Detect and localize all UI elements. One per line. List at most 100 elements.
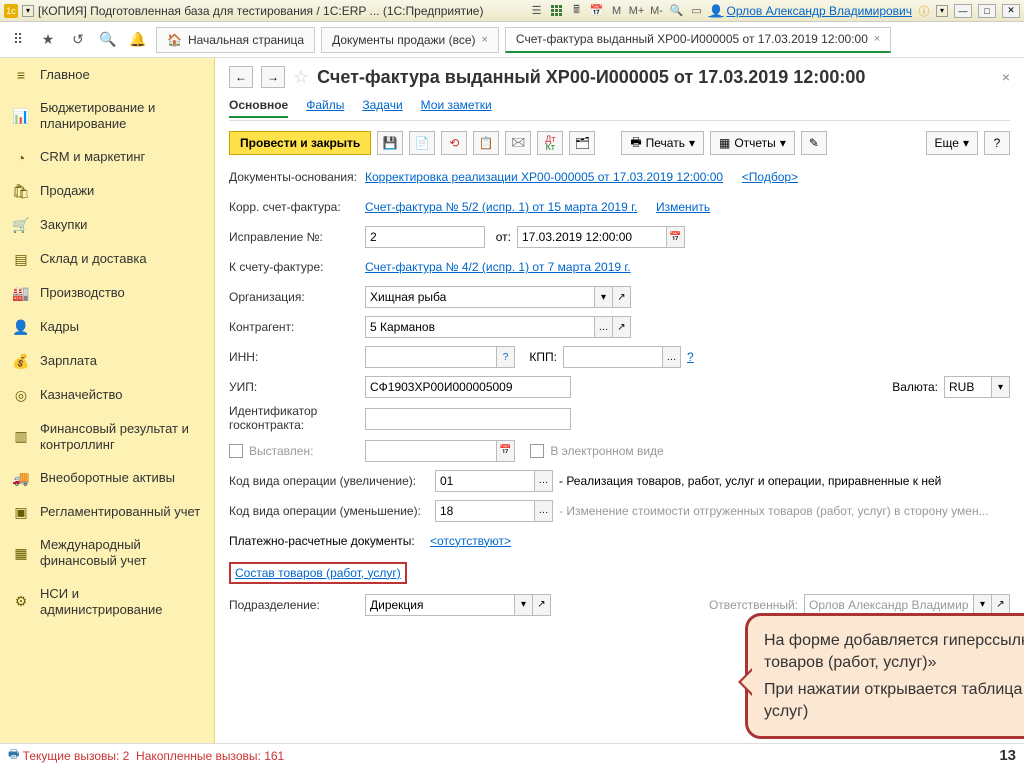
history-icon[interactable]: ↺ [66, 28, 90, 52]
sidebar-item-treasury[interactable]: ◎Казначейство [0, 379, 214, 413]
sidebar-item-finresult[interactable]: ▥Финансовый результат и контроллинг [0, 413, 214, 462]
tab-home[interactable]: 🏠Начальная страница [156, 27, 315, 53]
calendar-button[interactable]: 📅 [497, 440, 515, 462]
reports-button[interactable]: ▦ Отчеты ▾ [710, 131, 795, 155]
create-based-button[interactable]: 📋 [473, 131, 499, 155]
kpp-input[interactable] [563, 346, 663, 368]
select-button[interactable]: ▾ [515, 594, 533, 616]
code-increase-input[interactable] [435, 470, 535, 492]
apps-menu-icon[interactable]: ⠿ [6, 28, 30, 52]
open-button[interactable]: ↗ [613, 316, 631, 338]
nav-back-icon[interactable]: ☰ [529, 3, 545, 19]
m-plus-icon[interactable]: М+ [629, 3, 645, 19]
titlebar-dropdown[interactable]: ▾ [22, 5, 34, 17]
goods-composition-link[interactable]: Состав товаров (работ, услуг) [235, 566, 401, 580]
link-button[interactable]: 🖂 [505, 131, 531, 155]
close-icon[interactable]: × [481, 34, 487, 46]
nav-back-button[interactable]: ← [229, 66, 253, 88]
print-button[interactable]: 🖶 Печать ▾ [621, 131, 704, 155]
link-to-invoice[interactable]: Счет-фактура № 4/2 (испр. 1) от 7 марта … [365, 260, 631, 274]
window-min-button[interactable]: — [954, 4, 972, 18]
sidebar-item-main[interactable]: ≡Главное [0, 58, 214, 92]
sidebar-item-manufacture[interactable]: 🏭Производство [0, 277, 214, 311]
sidebar-item-purchase[interactable]: 🛒Закупки [0, 209, 214, 243]
help-button[interactable]: ? [984, 131, 1010, 155]
calc-icon[interactable]: 🖩 [569, 3, 585, 19]
nav-fwd-button[interactable]: → [261, 66, 285, 88]
sidebar-item-ifrs[interactable]: ▦Международный финансовый учет [0, 529, 214, 578]
money-icon: 💰 [12, 353, 30, 371]
close-icon[interactable]: × [874, 33, 880, 45]
sidebar-item-budget[interactable]: 📊Бюджетирование и планирование [0, 92, 214, 141]
select-button[interactable]: ▾ [595, 286, 613, 308]
grid-green-icon[interactable] [549, 3, 565, 19]
currency-input[interactable] [944, 376, 992, 398]
counterparty-input[interactable] [365, 316, 595, 338]
close-document-button[interactable]: × [1002, 69, 1010, 85]
calendar-button[interactable]: 📅 [667, 226, 685, 248]
calendar-icon[interactable]: 📅 [589, 3, 605, 19]
tab-sales-docs[interactable]: Документы продажи (все)× [321, 27, 499, 53]
link-base-doc[interactable]: Корректировка реализации ХР00-000005 от … [365, 170, 723, 184]
select-button[interactable]: … [535, 500, 553, 522]
inn-input[interactable] [365, 346, 497, 368]
zoom-icon[interactable]: 🔍 [669, 3, 685, 19]
attach-button[interactable]: ✎ [801, 131, 827, 155]
reverse-button[interactable]: ⟲ [441, 131, 467, 155]
subtab-main[interactable]: Основное [229, 94, 288, 118]
link-corr-invoice[interactable]: Счет-фактура № 5/2 (испр. 1) от 15 марта… [365, 200, 637, 214]
issued-date-input[interactable] [365, 440, 497, 462]
sidebar-item-assets[interactable]: 🚚Внеоборотные активы [0, 461, 214, 495]
window-close-button[interactable]: ✕ [1002, 4, 1020, 18]
sidebar-item-hr[interactable]: 👤Кадры [0, 311, 214, 345]
post-and-close-button[interactable]: Провести и закрыть [229, 131, 371, 155]
code-decrease-input[interactable] [435, 500, 535, 522]
fix-date-input[interactable] [517, 226, 667, 248]
m-icon[interactable]: М [609, 3, 625, 19]
save-button[interactable]: 💾 [377, 131, 403, 155]
post-button[interactable]: 📄 [409, 131, 435, 155]
structure-button[interactable]: 🗂 [569, 131, 595, 155]
issued-checkbox[interactable] [229, 444, 243, 458]
sidebar-item-crm[interactable]: ◔CRM и маркетинг [0, 141, 214, 175]
tab-invoice[interactable]: Счет-фактура выданный ХР00-И000005 от 17… [505, 27, 891, 53]
currency-select-button[interactable]: ▾ [992, 376, 1010, 398]
star-icon[interactable]: ★ [36, 28, 60, 52]
sidebar-item-salary[interactable]: 💰Зарплата [0, 345, 214, 379]
goscontract-input[interactable] [365, 408, 571, 430]
fix-number-input[interactable] [365, 226, 485, 248]
m-minus-icon[interactable]: М- [649, 3, 665, 19]
bank-icon: ◎ [12, 387, 30, 405]
dtkt-button[interactable]: ДтКт [537, 131, 563, 155]
subtab-files[interactable]: Файлы [306, 94, 344, 118]
open-button[interactable]: ↗ [613, 286, 631, 308]
current-user[interactable]: 👤Орлов Александр Владимирович [709, 4, 912, 18]
kpp-help-link[interactable]: ? [687, 350, 694, 364]
favorite-star-icon[interactable]: ☆ [293, 67, 309, 88]
sidebar-item-regaccount[interactable]: ▣Регламентированный учет [0, 495, 214, 529]
select-button[interactable]: … [535, 470, 553, 492]
search-icon[interactable]: 🔍 [96, 28, 120, 52]
link-change[interactable]: Изменить [656, 200, 710, 214]
organization-input[interactable] [365, 286, 595, 308]
window-max-button[interactable]: □ [978, 4, 996, 18]
subtab-tasks[interactable]: Задачи [362, 94, 402, 118]
uip-input[interactable] [365, 376, 571, 398]
more-button[interactable]: Еще ▾ [926, 131, 978, 155]
info-icon[interactable]: ⓘ [916, 3, 932, 19]
link-pick[interactable]: <Подбор> [742, 170, 798, 184]
sidebar-item-admin[interactable]: ⚙НСИ и администрирование [0, 578, 214, 627]
subtab-notes[interactable]: Мои заметки [421, 94, 492, 118]
sidebar-item-warehouse[interactable]: ▤Склад и доставка [0, 243, 214, 277]
info-dropdown[interactable]: ▾ [936, 5, 948, 17]
electronic-checkbox[interactable] [530, 444, 544, 458]
open-button[interactable]: ↗ [533, 594, 551, 616]
select-button[interactable]: … [595, 316, 613, 338]
select-button[interactable]: … [663, 346, 681, 368]
help-button[interactable]: ? [497, 346, 515, 368]
box-icon[interactable]: ▭ [689, 3, 705, 19]
bell-icon[interactable]: 🔔 [126, 28, 150, 52]
link-paydocs[interactable]: <отсутствуют> [430, 534, 511, 548]
department-input[interactable] [365, 594, 515, 616]
sidebar-item-sales[interactable]: 🛍Продажи [0, 175, 214, 209]
